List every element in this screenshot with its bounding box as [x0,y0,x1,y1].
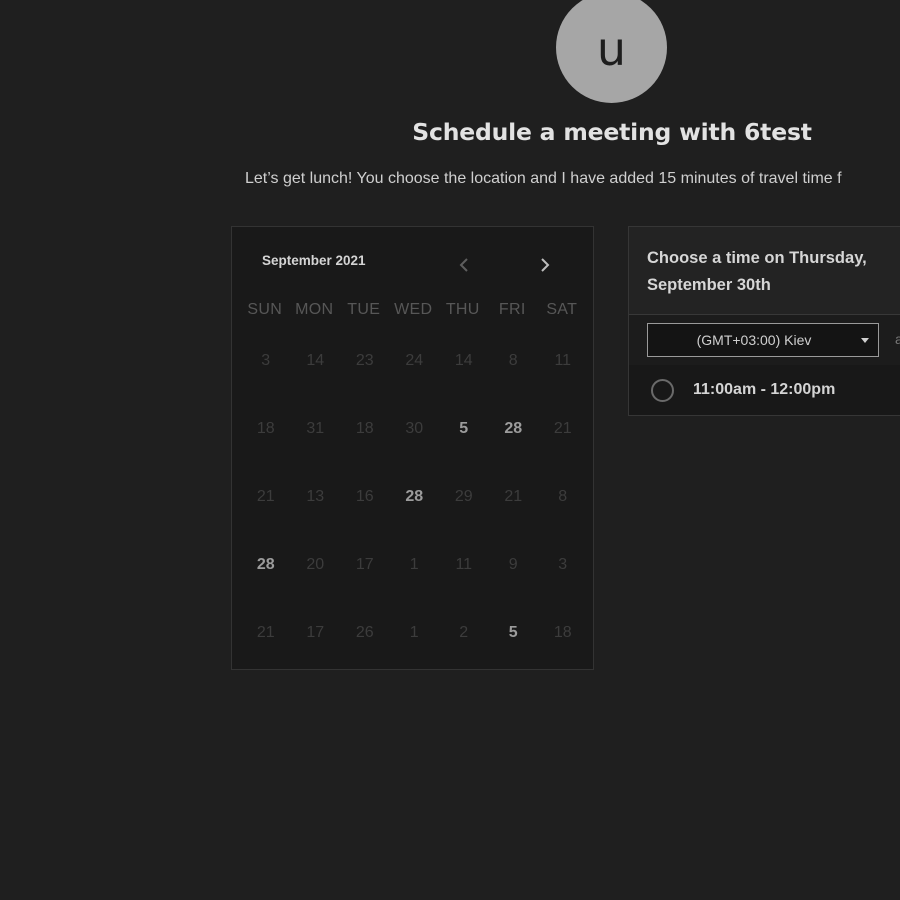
calendar-day-available[interactable]: 28 [390,463,440,531]
calendar-day: 18 [256,420,275,437]
calendar-day: 30 [405,420,424,437]
calendar-day: 21 [553,420,572,437]
calendar-day: 18 [553,624,572,641]
weekday-header: SUN MON TUE WED THU FRI SAT [240,301,593,319]
chevron-right-icon [541,258,550,272]
weekday-label: FRI [498,301,526,318]
calendar-day-available[interactable]: 28 [489,395,539,463]
avatar: u [556,0,667,103]
prev-month-button[interactable] [454,253,474,277]
page-title: Schedule a meeting with 6test [412,118,812,146]
time-panel: Choose a time on Thursday, September 30t… [628,226,900,416]
calendar-day: 20 [306,556,325,573]
calendar-day: 14 [454,352,473,369]
calendar-day: 16 [355,488,374,505]
calendar-day: 26 [355,624,374,641]
weekday-label: SAT [546,301,578,318]
calendar-day: 2 [459,624,469,641]
calendar-day: 21 [256,624,275,641]
calendar-day: 31 [306,420,325,437]
avatar-letter: u [596,21,627,76]
calendar-day: 21 [256,488,275,505]
meeting-description: Let’s get lunch! You choose the location… [245,170,842,187]
calendar-day: 1 [409,624,419,641]
calendar-day: 3 [558,556,568,573]
calendar-day: 1 [409,556,419,573]
calendar-day-available[interactable]: 28 [241,531,291,599]
scheduling-page: u Schedule a meeting with 6test Let’s ge… [0,0,900,900]
calendar-day: 17 [355,556,374,573]
timezone-value: (GMT+03:00) Kiev [696,332,812,348]
weekday-label: TUE [347,301,381,318]
time-slot-label: 11:00am - 12:00pm [693,381,836,398]
timezone-side-text: a [895,331,900,347]
time-panel-heading: Choose a time on Thursday, September 30t… [647,249,867,294]
calendar-day: 8 [508,352,518,369]
weekday-label: MON [295,301,334,318]
next-month-button[interactable] [535,253,555,277]
calendar-day-available[interactable]: 5 [489,599,539,667]
weekday-label: SUN [247,301,283,318]
calendar-day: 14 [306,352,325,369]
calendar-day: 3 [261,352,271,369]
time-panel-header: Choose a time on Thursday, September 30t… [629,227,900,315]
time-slot[interactable]: 11:00am - 12:00pm [629,365,900,415]
calendar: September 2021 SUN MON TUE WED THU FRI SAT 3 14… [231,226,594,670]
calendar-days: 3 14 23 24 14 8 11 18 31 18 30 5 28 21 21 13 16 28 29 21 8 28… [241,327,593,667]
time-slot-radio[interactable] [651,378,674,402]
weekday-label: WED [394,301,433,318]
timezone-select[interactable]: (GMT+03:00) Kiev [647,323,879,357]
chevron-left-icon [459,258,468,272]
calendar-day: 18 [355,420,374,437]
calendar-day-available[interactable]: 5 [439,395,489,463]
calendar-day: 9 [508,556,518,573]
calendar-day: 23 [355,352,374,369]
calendar-day: 13 [306,488,325,505]
calendar-day: 8 [558,488,568,505]
calendar-day: 24 [405,352,424,369]
caret-down-icon [852,337,878,343]
calendar-day: 11 [554,352,572,369]
calendar-day: 11 [455,556,473,573]
month-label: September 2021 [262,253,366,268]
calendar-day: 17 [306,624,325,641]
calendar-day: 29 [454,488,473,505]
calendar-day: 21 [504,488,523,505]
weekday-label: THU [445,301,480,318]
